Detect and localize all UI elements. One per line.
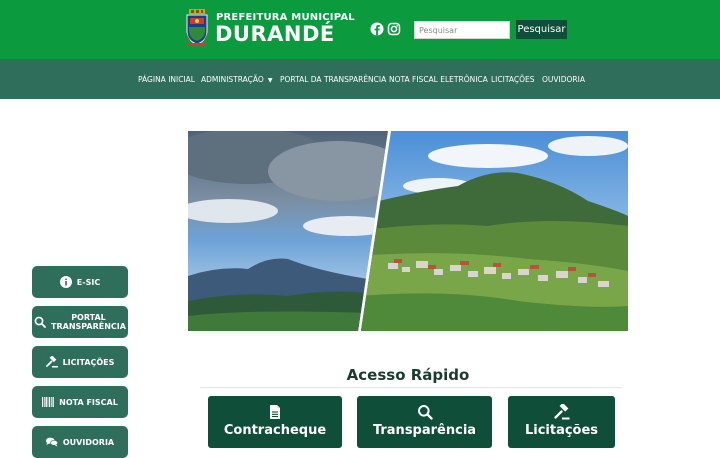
quick-access-title: Acesso Rápido: [346, 366, 470, 384]
header-bar: [0, 0, 720, 59]
nav-item-ouvidoria[interactable]: OUVIDORIA: [542, 75, 585, 84]
sidebar-button-label: LICITAÇÕES: [62, 357, 115, 367]
gavel-icon: [553, 404, 569, 420]
brand-title: DURANDÉ: [215, 22, 335, 46]
quick-access-card-licitacoes[interactable]: Licitações: [508, 396, 615, 448]
quick-access-card-transparencia[interactable]: Transparência: [357, 396, 492, 448]
banner-image: [188, 131, 628, 331]
facebook-icon[interactable]: [370, 22, 384, 36]
nav-item-label: ADMINISTRAÇÃO: [201, 75, 264, 84]
chat-icon: [45, 437, 58, 447]
quick-access-label: Transparência: [372, 423, 477, 438]
sidebar-button-ouvidoria[interactable]: OUVIDORIA: [32, 426, 128, 458]
search-icon: [34, 316, 46, 328]
nav-item-licitacoes[interactable]: LICITAÇÕES: [491, 75, 534, 84]
caret-down-icon: ▼: [267, 77, 273, 84]
sidebar-button-label: PORTAL TRANSPARÊNCIA: [51, 313, 126, 331]
search-icon: [417, 405, 433, 420]
info-icon: [59, 276, 72, 288]
city-crest-logo[interactable]: [184, 9, 210, 47]
sidebar-button-label: NOTA FISCAL: [59, 397, 118, 407]
nav-item-pagina-inicial[interactable]: PÁGINA INICIAL: [138, 75, 195, 84]
search-button[interactable]: Pesquisar: [516, 20, 567, 39]
barcode-icon: [42, 397, 54, 407]
nav-item-administracao[interactable]: ADMINISTRAÇÃO ▼: [201, 75, 272, 84]
sidebar-button-nota-fiscal[interactable]: NOTA FISCAL: [32, 386, 128, 418]
sidebar-button-licitacoes[interactable]: LICITAÇÕES: [32, 346, 128, 378]
document-icon: [270, 405, 280, 419]
nav-item-nota-fiscal[interactable]: NOTA FISCAL ELETRÔNICA: [389, 75, 488, 84]
quick-access-label: Contracheque: [223, 423, 327, 438]
quick-access-label: Licitações: [524, 423, 599, 438]
sidebar-button-esic[interactable]: E-SIC: [32, 266, 128, 298]
label-line-2: TRANSPARÊNCIA: [51, 322, 126, 331]
sidebar-button-label: E-SIC: [76, 277, 101, 287]
label-line-1: PORTAL: [71, 313, 106, 322]
quick-access-card-contracheque[interactable]: Contracheque: [208, 396, 342, 448]
divider: [200, 387, 622, 388]
sidebar-button-portal-transparencia[interactable]: PORTAL TRANSPARÊNCIA: [32, 306, 128, 338]
sidebar-button-label: OUVIDORIA: [62, 437, 115, 447]
search-input[interactable]: [414, 21, 510, 39]
instagram-icon[interactable]: [387, 22, 401, 36]
gavel-icon: [45, 356, 58, 368]
nav-item-portal-transparencia[interactable]: PORTAL DA TRANSPARÊNCIA: [280, 75, 386, 84]
